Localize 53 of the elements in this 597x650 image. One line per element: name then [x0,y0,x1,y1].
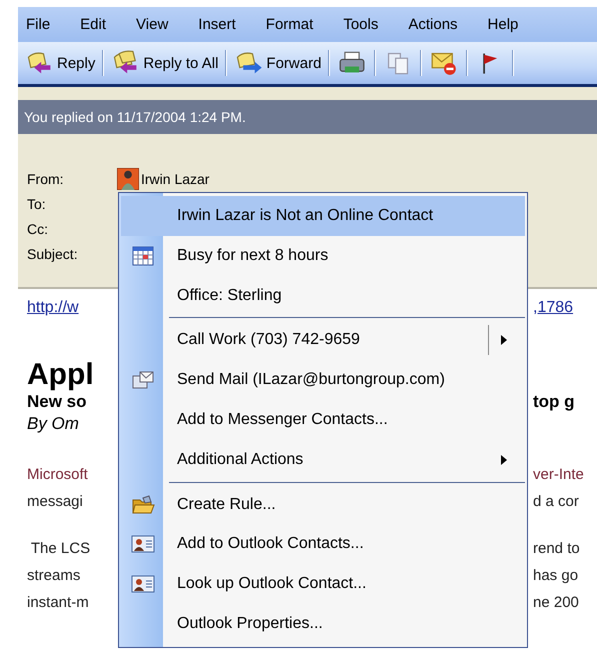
reply-all-button[interactable]: Reply to All [108,48,222,78]
article-link[interactable]: ,1786 [533,299,597,317]
article-link[interactable]: http://w [27,299,79,317]
folder-icon [131,494,155,515]
paragraph-text: rend to [533,539,581,559]
menu-item[interactable]: Outlook Properties... [121,604,525,644]
menu-item[interactable]: Additional Actions [121,440,525,480]
menu-item[interactable]: Send Mail (ILazar@burtongroup.com) [121,360,525,400]
paragraph-text: ne 200 [533,593,580,613]
field-label: Cc: [27,220,49,236]
sender-name[interactable]: Irwin Lazar [141,170,210,186]
menu-item[interactable]: Look up Outlook Contact... [121,564,525,604]
paragraph-text: has go [533,566,580,586]
contact-card-icon [131,534,155,554]
article-subtitle: top g [533,391,576,413]
paragraph-text: messagi [27,492,83,512]
menu-item[interactable]: Insert [198,16,236,33]
paragraph-text: The LCS [30,539,90,559]
menu-item[interactable]: Busy for next 8 hours [121,236,525,276]
submenu-arrow-icon [501,454,507,465]
paragraph-text: ver-Inte [533,465,585,485]
menu-item[interactable]: Irwin Lazar is Not an Online Contact [121,196,525,236]
menu-item[interactable]: Tools [343,16,378,33]
submenu-arrow-icon [501,335,507,346]
paragraph-text: d a cor [533,492,580,512]
person-icon [117,168,139,190]
envelope-icon [131,370,155,390]
menu-item[interactable]: Add to Messenger Contacts... [121,400,525,440]
menu-item[interactable]: Call Work (703) 742-9659 [121,320,525,360]
field-label: To: [27,196,47,212]
menu-item[interactable]: File [26,16,50,33]
menu-item[interactable]: Format [266,16,314,33]
menu-item[interactable]: Office: Sterling [121,276,525,316]
forward-button[interactable]: Forward [231,48,324,78]
menu-item[interactable]: Add to Outlook Contacts... [121,524,525,564]
article-title: Appl [27,359,94,391]
byline: By Om [27,413,79,435]
paragraph-text: instant-m [27,593,89,613]
article-subtitle: New so [27,391,87,413]
info-text: You replied on 11/17/2004 1:24 PM. [24,109,246,125]
menu-item[interactable]: Create Rule... [121,484,525,524]
menu-item[interactable]: Edit [80,16,106,33]
contact-card-icon [131,574,155,594]
field-label: Subject: [27,246,79,262]
paragraph-text: streams [27,566,80,586]
paragraph-text: Microsoft [27,465,88,485]
menu-item[interactable]: View [136,16,168,33]
menu-item[interactable]: Actions [408,16,458,33]
calendar-icon [131,246,155,266]
menu-item[interactable]: Help [488,16,518,33]
field-label: From: [27,170,65,186]
envelope-arrow-icon [234,50,264,76]
reply-button[interactable]: Reply [22,48,98,78]
